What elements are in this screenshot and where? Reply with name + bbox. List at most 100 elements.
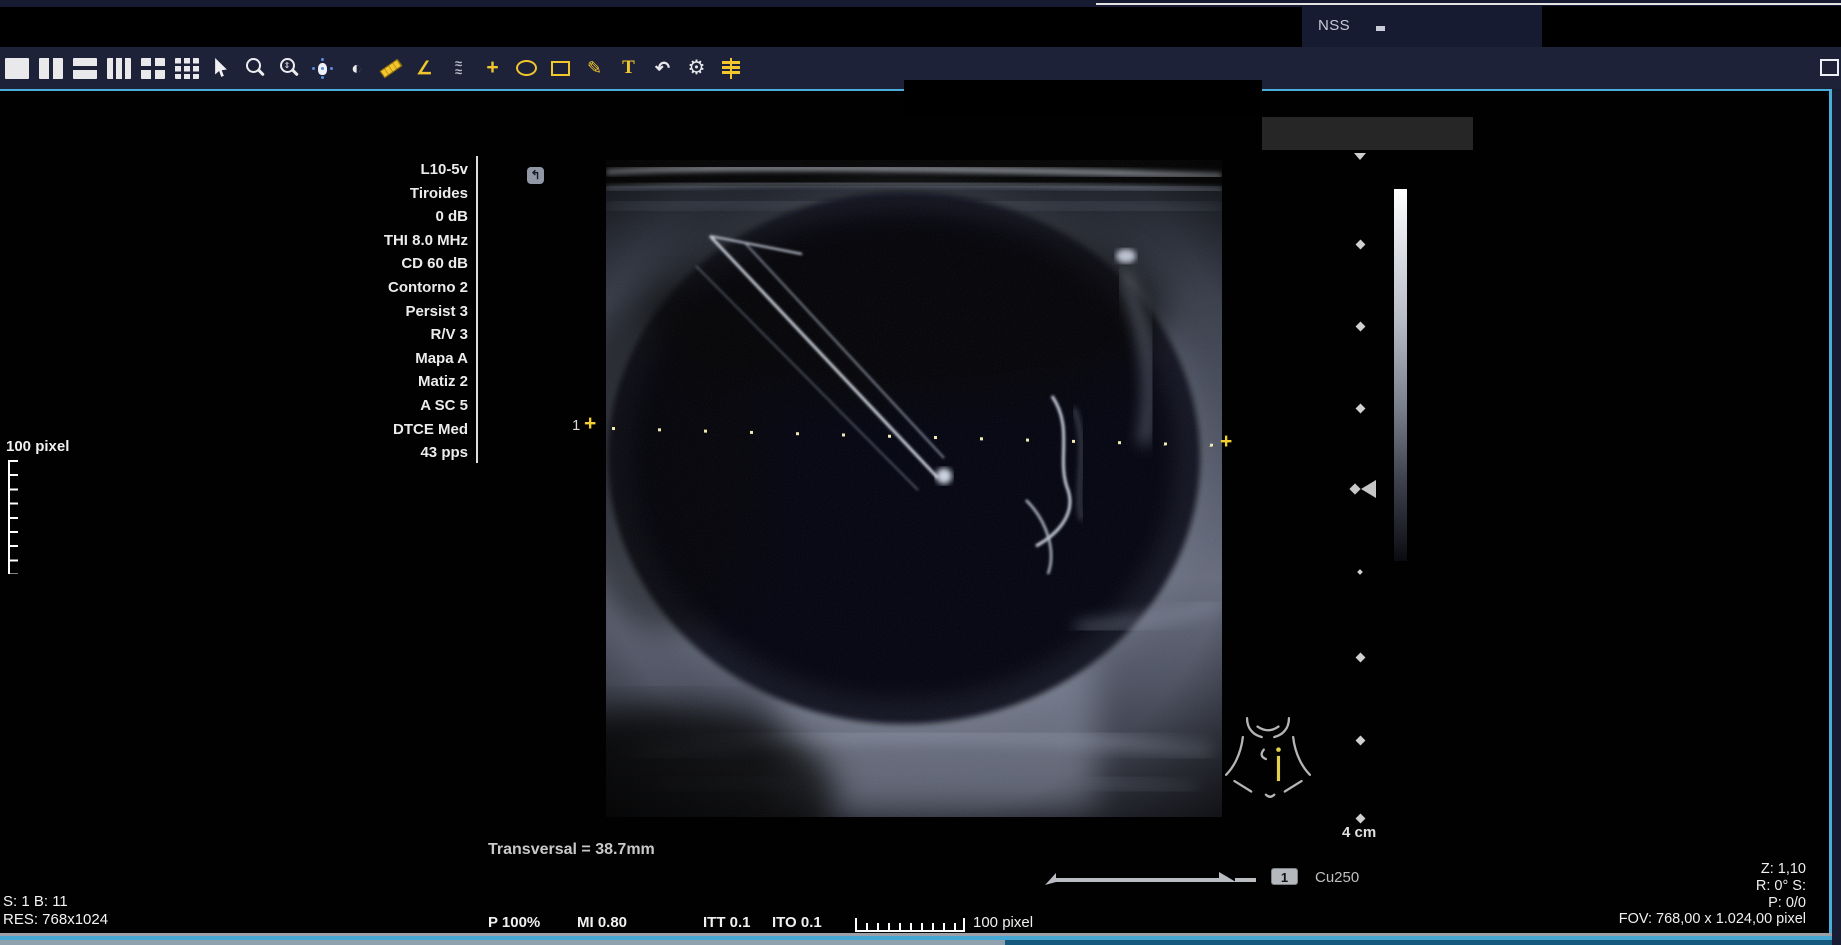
hscrollbar-thumb[interactable] — [0, 940, 1005, 945]
patient-info-redacted-block — [0, 7, 1302, 48]
layout-2x2-icon — [141, 58, 165, 79]
pencil-icon: ✎ — [587, 57, 602, 79]
ruler-icon — [379, 58, 402, 78]
zoom-scroll-button[interactable]: ⇕ — [276, 56, 301, 80]
layout-1x1-icon — [5, 58, 29, 79]
undo-button[interactable]: ↶ — [650, 56, 675, 80]
canvas-redacted-block-1 — [904, 80, 1262, 117]
ellipse-icon — [516, 60, 537, 76]
param-line-5: Contorno 2 — [280, 276, 468, 300]
pan-button[interactable] — [310, 56, 335, 80]
measurement-index: 1 — [572, 417, 580, 434]
cursor-button[interactable] — [208, 56, 233, 80]
zoom-button[interactable] — [242, 56, 267, 80]
layout-1x1-button[interactable] — [4, 56, 29, 80]
magnifier-arrows-icon: ⇕ — [278, 57, 300, 79]
status-left: S: 1 B: 11RES: 768x1024 — [3, 893, 108, 928]
layout-1x3-button[interactable] — [106, 56, 131, 80]
param-line-1: Tiroides — [280, 182, 468, 206]
ultrasound-render — [606, 160, 1222, 817]
param-line-9: Matiz 2 — [280, 370, 468, 394]
param-line-0: L10-5v — [280, 158, 468, 182]
pan-hand-icon — [312, 58, 333, 79]
param-line-10: A SC 5 — [280, 394, 468, 418]
param-line-3: THI 8.0 MHz — [280, 229, 468, 253]
focus-marker-arrow-icon[interactable] — [1361, 480, 1376, 498]
measure-distance-button[interactable] — [378, 56, 403, 80]
freehand-roi-button[interactable]: ✎ — [582, 56, 607, 80]
status-right-line-3: FOV: 768,00 x 1.024,00 pixel — [1540, 911, 1806, 928]
depth-scale-label: 4 cm — [1342, 824, 1376, 841]
left-pixel-ruler — [8, 460, 22, 574]
status-right-line-2: P: 0/0 — [1540, 895, 1806, 912]
settings-button[interactable]: ⚙ — [684, 56, 709, 80]
overlay-lines-icon — [722, 61, 740, 76]
caliper-cross-button[interactable]: + — [480, 56, 505, 80]
caliper-start-marker[interactable]: + — [584, 414, 596, 434]
header-redacted-block — [1542, 6, 1841, 50]
layout-1x2-icon — [39, 58, 63, 79]
measurement-label: Transversal = 38.7mm — [488, 841, 655, 859]
measure-angle-button[interactable]: ∠ — [412, 56, 437, 80]
caliper-end-marker[interactable]: + — [1220, 432, 1232, 452]
body-marker-thyroid-icon[interactable] — [1224, 714, 1312, 807]
layout-1x3-icon — [107, 58, 131, 79]
contrast-icon: ◐ — [351, 57, 362, 79]
viewport-right-border — [1829, 89, 1832, 940]
param-line-7: R/V 3 — [280, 323, 468, 347]
dicom-overlay-button[interactable] — [718, 56, 743, 80]
orientation-marker-icon: ↰ — [527, 167, 544, 184]
param-line-11: DTCE Med — [280, 418, 468, 442]
tgc-depth-bar — [1043, 869, 1268, 892]
rectangle-icon — [551, 61, 570, 76]
app-window: NSS ⇕ ◐ ∠ ≈≈ + ✎ T ↶ ⚙ — [0, 0, 1841, 945]
param-line-8: Mapa A — [280, 347, 468, 371]
layout-3x3-button[interactable] — [174, 56, 199, 80]
spine-wave-icon: ≈≈ — [455, 60, 462, 76]
spine-label-button[interactable]: ≈≈ — [446, 56, 471, 80]
status-ito: ITO 0.1 — [772, 914, 822, 931]
rect-roi-button[interactable] — [548, 56, 573, 80]
top-highlight-line — [1096, 3, 1841, 5]
window-level-button[interactable]: ◐ — [344, 56, 369, 80]
text-annotation-button[interactable]: T — [616, 56, 641, 80]
focus-number-badge[interactable]: 1 — [1271, 868, 1298, 885]
menu-dash-icon — [1376, 26, 1385, 31]
param-line-12: 43 pps — [280, 441, 468, 465]
param-line-6: Persist 3 — [280, 300, 468, 324]
layout-2x1-icon — [73, 58, 97, 79]
status-itt: ITT 0.1 — [703, 914, 751, 931]
left-scale-label: 100 pixel — [6, 438, 69, 455]
status-power: P 100% — [488, 914, 540, 931]
layout-3x3-icon — [175, 58, 199, 79]
ultrasound-image[interactable] — [606, 160, 1222, 817]
status-left-line-0: S: 1 B: 11 — [3, 893, 108, 911]
params-separator-line — [476, 156, 478, 463]
status-left-line-1: RES: 768x1024 — [3, 911, 108, 929]
status-right-line-0: Z: 1,10 — [1540, 861, 1806, 878]
layout-2x2-button[interactable] — [140, 56, 165, 80]
hscrollbar-track[interactable] — [1005, 940, 1832, 945]
canvas-redacted-block-2 — [1262, 117, 1473, 150]
magnifier-icon — [244, 57, 266, 79]
depth-scale-top-icon — [1354, 153, 1366, 160]
angle-icon: ∠ — [416, 57, 432, 79]
bottom-scale-label: 100 pixel — [973, 914, 1033, 931]
status-right: Z: 1,10R: 0° S:P: 0/0FOV: 768,00 x 1.024… — [1540, 861, 1806, 928]
undo-arrow-icon: ↶ — [655, 57, 670, 79]
layout-1x2-button[interactable] — [38, 56, 63, 80]
status-mi: MI 0.80 — [577, 914, 627, 931]
cursor-icon — [213, 58, 229, 78]
bottom-pixel-ruler — [855, 917, 965, 932]
acquisition-params: L10-5vTiroides0 dBTHI 8.0 MHzCD 60 dBCon… — [280, 158, 468, 465]
text-T-icon: T — [622, 57, 635, 79]
ellipse-roi-button[interactable] — [514, 56, 539, 80]
param-line-2: 0 dB — [280, 205, 468, 229]
layout-2x1-button[interactable] — [72, 56, 97, 80]
window-frame-button[interactable] — [1820, 59, 1839, 76]
gear-icon: ⚙ — [688, 57, 706, 79]
grayscale-bar — [1394, 189, 1407, 561]
menu-nss[interactable]: NSS — [1318, 17, 1350, 34]
param-line-4: CD 60 dB — [280, 252, 468, 276]
window-frame-icon — [1820, 59, 1839, 76]
